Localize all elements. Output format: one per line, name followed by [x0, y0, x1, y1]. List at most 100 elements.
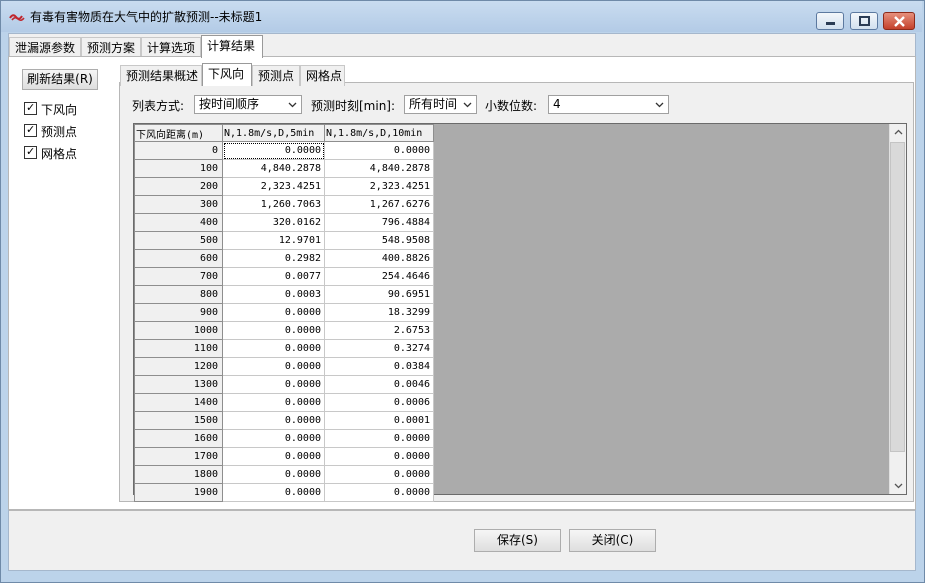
concentration-cell[interactable]: 0.0006 [324, 393, 434, 412]
distance-cell[interactable]: 1400 [134, 393, 223, 412]
concentration-cell[interactable]: 12.9701 [222, 231, 325, 250]
table-row[interactable]: 1300 0.0000 0.0046 [134, 375, 434, 394]
concentration-cell[interactable]: 0.0000 [222, 339, 325, 358]
distance-cell[interactable]: 1200 [134, 357, 223, 376]
table-row[interactable]: 1700 0.0000 0.0000 [134, 447, 434, 466]
concentration-cell[interactable]: 2.6753 [324, 321, 434, 340]
concentration-cell[interactable]: 0.0000 [222, 141, 325, 160]
table-row[interactable]: 800 0.0003 90.6951 [134, 285, 434, 304]
concentration-cell[interactable]: 0.0000 [222, 429, 325, 448]
downwind-checkbox[interactable]: ✓ [24, 101, 37, 115]
distance-cell[interactable]: 1300 [134, 375, 223, 394]
tab-calc-results[interactable]: 计算结果 [201, 35, 263, 58]
table-row[interactable]: 700 0.0077 254.4646 [134, 267, 434, 286]
concentration-cell[interactable]: 18.3299 [324, 303, 434, 322]
maximize-button[interactable] [850, 12, 878, 30]
save-button[interactable]: 保存(S) [474, 529, 561, 552]
distance-cell[interactable]: 1500 [134, 411, 223, 430]
concentration-cell[interactable]: 0.0000 [324, 429, 434, 448]
concentration-cell[interactable]: 796.4884 [324, 213, 434, 232]
concentration-cell[interactable]: 400.8826 [324, 249, 434, 268]
concentration-cell[interactable]: 2,323.4251 [324, 177, 434, 196]
distance-cell[interactable]: 400 [134, 213, 223, 232]
table-row[interactable]: 1000 0.0000 2.6753 [134, 321, 434, 340]
close-button[interactable]: 关闭(C) [569, 529, 656, 552]
concentration-cell[interactable]: 0.0000 [324, 447, 434, 466]
table-row[interactable]: 300 1,260.7063 1,267.6276 [134, 195, 434, 214]
table-row[interactable]: 1800 0.0000 0.0000 [134, 465, 434, 484]
concentration-cell[interactable]: 2,323.4251 [222, 177, 325, 196]
concentration-cell[interactable]: 0.0000 [324, 465, 434, 484]
column-header-5min[interactable]: N,1.8m/s,D,5min [222, 124, 325, 142]
concentration-cell[interactable]: 0.0077 [222, 267, 325, 286]
tab-results-overview[interactable]: 预测结果概述 [120, 65, 202, 86]
table-row[interactable]: 600 0.2982 400.8826 [134, 249, 434, 268]
concentration-cell[interactable]: 0.0000 [222, 393, 325, 412]
concentration-cell[interactable]: 0.2982 [222, 249, 325, 268]
concentration-cell[interactable]: 0.0000 [222, 357, 325, 376]
scroll-down-icon[interactable] [894, 481, 903, 490]
table-row[interactable]: 200 2,323.4251 2,323.4251 [134, 177, 434, 196]
distance-cell[interactable]: 1100 [134, 339, 223, 358]
tab-forecast-points[interactable]: 预测点 [252, 65, 300, 86]
concentration-cell[interactable]: 0.3274 [324, 339, 434, 358]
scrollbar-thumb[interactable] [890, 142, 905, 452]
concentration-cell[interactable]: 0.0001 [324, 411, 434, 430]
distance-cell[interactable]: 300 [134, 195, 223, 214]
table-row[interactable]: 1400 0.0000 0.0006 [134, 393, 434, 412]
concentration-cell[interactable]: 0.0000 [222, 447, 325, 466]
distance-cell[interactable]: 1800 [134, 465, 223, 484]
concentration-cell[interactable]: 4,840.2878 [324, 159, 434, 178]
concentration-cell[interactable]: 0.0000 [222, 465, 325, 484]
tab-calc-options[interactable]: 计算选项 [141, 37, 201, 58]
concentration-cell[interactable]: 548.9508 [324, 231, 434, 250]
distance-cell[interactable]: 800 [134, 285, 223, 304]
table-row[interactable]: 0 0.0000 0.0000 [134, 141, 434, 160]
close-window-button[interactable] [883, 12, 915, 30]
distance-cell[interactable]: 1900 [134, 483, 223, 502]
concentration-cell[interactable]: 0.0000 [222, 483, 325, 502]
concentration-cell[interactable]: 0.0000 [222, 375, 325, 394]
concentration-cell[interactable]: 1,267.6276 [324, 195, 434, 214]
concentration-cell[interactable]: 0.0000 [222, 321, 325, 340]
concentration-cell[interactable]: 90.6951 [324, 285, 434, 304]
table-row[interactable]: 1900 0.0000 0.0000 [134, 483, 434, 502]
column-header-distance[interactable]: 下风向距离(m) [134, 124, 223, 142]
distance-cell[interactable]: 700 [134, 267, 223, 286]
concentration-cell[interactable]: 0.0000 [222, 411, 325, 430]
tab-downwind[interactable]: 下风向 [202, 63, 252, 86]
concentration-cell[interactable]: 0.0384 [324, 357, 434, 376]
table-row[interactable]: 900 0.0000 18.3299 [134, 303, 434, 322]
concentration-cell[interactable]: 0.0000 [324, 483, 434, 502]
concentration-cell[interactable]: 320.0162 [222, 213, 325, 232]
forecast-point-checkbox[interactable]: ✓ [24, 123, 37, 137]
table-row[interactable]: 100 4,840.2878 4,840.2878 [134, 159, 434, 178]
table-row[interactable]: 500 12.9701 548.9508 [134, 231, 434, 250]
refresh-results-button[interactable]: 刷新结果(R) [22, 69, 98, 90]
tab-leak-source-params[interactable]: 泄漏源参数 [9, 37, 81, 58]
tab-grid-points[interactable]: 网格点 [300, 65, 345, 86]
distance-cell[interactable]: 200 [134, 177, 223, 196]
concentration-cell[interactable]: 0.0046 [324, 375, 434, 394]
distance-cell[interactable]: 500 [134, 231, 223, 250]
distance-cell[interactable]: 0 [134, 141, 223, 160]
distance-cell[interactable]: 900 [134, 303, 223, 322]
table-row[interactable]: 1600 0.0000 0.0000 [134, 429, 434, 448]
list-mode-select[interactable]: 按时间顺序 [194, 95, 302, 114]
column-header-10min[interactable]: N,1.8m/s,D,10min [324, 124, 434, 142]
tab-forecast-plan[interactable]: 预测方案 [81, 37, 141, 58]
concentration-cell[interactable]: 0.0000 [324, 141, 434, 160]
distance-cell[interactable]: 100 [134, 159, 223, 178]
decimal-places-select[interactable]: 4 [548, 95, 669, 114]
forecast-time-select[interactable]: 所有时间 [404, 95, 477, 114]
concentration-cell[interactable]: 0.0003 [222, 285, 325, 304]
distance-cell[interactable]: 1700 [134, 447, 223, 466]
concentration-cell[interactable]: 1,260.7063 [222, 195, 325, 214]
scroll-up-icon[interactable] [894, 128, 903, 137]
concentration-cell[interactable]: 4,840.2878 [222, 159, 325, 178]
concentration-cell[interactable]: 254.4646 [324, 267, 434, 286]
distance-cell[interactable]: 1000 [134, 321, 223, 340]
table-row[interactable]: 1200 0.0000 0.0384 [134, 357, 434, 376]
distance-cell[interactable]: 600 [134, 249, 223, 268]
table-row[interactable]: 1500 0.0000 0.0001 [134, 411, 434, 430]
